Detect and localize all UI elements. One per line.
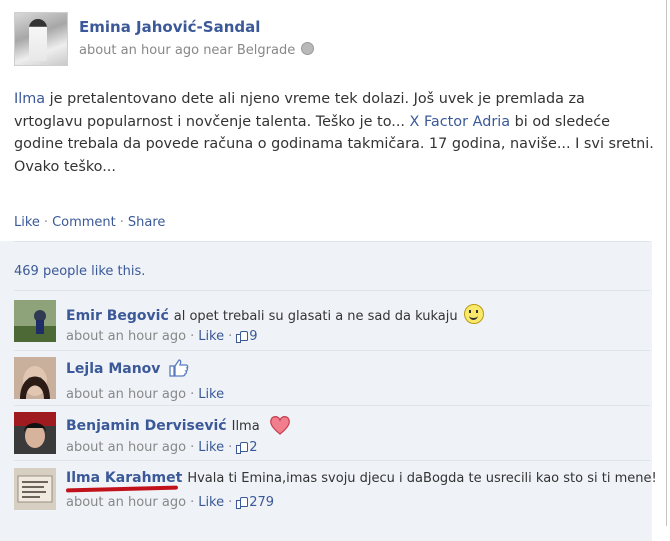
- comment-meta: about an hour ago · Like · 2: [66, 440, 258, 455]
- post-timestamp[interactable]: about an hour ago near Belgrade: [79, 43, 295, 58]
- thumbs-up-icon: [236, 330, 249, 343]
- comment-author-line: Benjamin Dervisević Ilma: [66, 415, 291, 435]
- comment-author[interactable]: Ilma Karahmet: [66, 470, 182, 486]
- comment-author[interactable]: Benjamin Dervisević: [66, 418, 227, 434]
- author-avatar[interactable]: [14, 12, 68, 66]
- divider: [14, 350, 650, 351]
- commenter-avatar[interactable]: [14, 412, 56, 454]
- comment-author[interactable]: Emir Begović: [66, 308, 169, 324]
- globe-icon: [301, 42, 315, 55]
- smiley-icon: [463, 304, 484, 324]
- comment-like-link[interactable]: Like: [198, 387, 224, 402]
- comment-meta: about an hour ago · Like · 9: [66, 329, 258, 344]
- comment-author-line: Ilma Karahmet Hvala ti Emina,imas svoju d…: [66, 470, 657, 486]
- red-underline-annotation: [65, 485, 179, 493]
- comment-author-line: Lejla Manov: [66, 359, 189, 377]
- comment-text: Ilma: [231, 419, 260, 434]
- comment-time[interactable]: about an hour ago: [66, 329, 186, 344]
- comment-like-link[interactable]: Like: [198, 329, 224, 344]
- likes-summary[interactable]: 469 people like this.: [14, 264, 145, 279]
- comment-like-link[interactable]: Like: [198, 495, 224, 510]
- comment-author-line: Emir Begović al opet trebali su glasati a…: [66, 304, 484, 324]
- comment-time[interactable]: about an hour ago: [66, 495, 186, 510]
- story-link-ilma[interactable]: Ilma: [14, 91, 45, 107]
- like-link[interactable]: Like: [14, 215, 40, 230]
- commenter-avatar[interactable]: [14, 468, 56, 510]
- divider: [14, 460, 650, 461]
- comment-meta: about an hour ago · Like · 279: [66, 495, 275, 510]
- comment-text: al opet trebali su glasati a ne sad da k…: [173, 309, 458, 324]
- comment-author[interactable]: Lejla Manov: [66, 361, 160, 377]
- commenter-avatar[interactable]: [14, 357, 56, 399]
- share-link[interactable]: Share: [128, 215, 166, 230]
- story-link-xfactor[interactable]: X Factor Adria: [410, 114, 511, 130]
- comment-like-link[interactable]: Like: [198, 440, 224, 455]
- divider: [14, 405, 650, 406]
- post-text: Ilma je pretalentovano dete ali njeno vr…: [14, 88, 654, 179]
- comment-like-count[interactable]: 9: [249, 329, 257, 344]
- comment-like-count[interactable]: 2: [249, 440, 257, 455]
- commenter-avatar[interactable]: [14, 300, 56, 342]
- thumbs-up-icon: [236, 496, 249, 509]
- comment-text: Hvala ti Emina,imas svoju djecu i daBogd…: [187, 471, 657, 486]
- post-author[interactable]: Emina Jahović-Sandal: [79, 18, 260, 36]
- comment-meta: about an hour ago · Like: [66, 387, 225, 402]
- feedback-section: 469 people like this. Emir Begović al ope…: [0, 241, 657, 541]
- comment-time[interactable]: about an hour ago: [66, 440, 186, 455]
- divider: [14, 241, 650, 242]
- post-actions: Like · Comment · Share: [14, 215, 166, 230]
- right-border: [666, 0, 667, 526]
- comment-link[interactable]: Comment: [52, 215, 116, 230]
- comment-like-count[interactable]: 279: [249, 495, 274, 510]
- thumbs-up-icon: [169, 359, 189, 377]
- comment-time[interactable]: about an hour ago: [66, 387, 186, 402]
- post-meta: about an hour ago near Belgrade: [79, 42, 315, 58]
- divider: [14, 290, 650, 291]
- heart-icon: [269, 416, 290, 435]
- thumbs-up-icon: [236, 441, 249, 454]
